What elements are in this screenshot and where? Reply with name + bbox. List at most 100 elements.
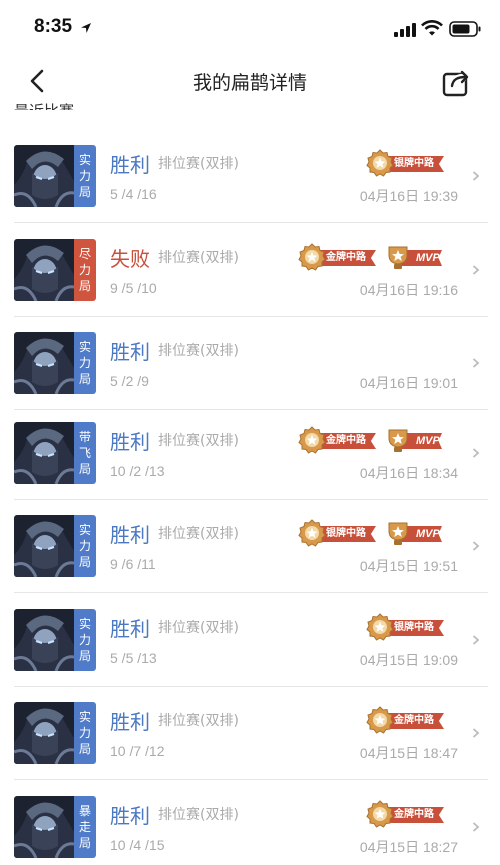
game-type: 排位赛(双排) xyxy=(158,620,239,636)
game-type: 排位赛(双排) xyxy=(158,156,239,172)
chevron-right-icon xyxy=(472,448,480,458)
share-button[interactable] xyxy=(442,67,472,97)
match-row[interactable]: 实力局胜利 排位赛(双排) 5 /4 /16 04月16日 19:39 银牌中路 xyxy=(0,131,500,223)
match-date: 04月16日 18:34 xyxy=(359,465,458,481)
match-result: 胜利 xyxy=(110,430,150,454)
match-date: 04月15日 19:51 xyxy=(359,558,458,574)
match-result: 胜利 xyxy=(110,617,150,641)
mode-tag-char: 实 xyxy=(78,710,91,724)
mode-tag-char: 局 xyxy=(78,279,91,293)
mode-tag-char: 力 xyxy=(78,633,91,647)
hero-avatar: 实力局 xyxy=(14,145,96,207)
wifi-icon xyxy=(421,20,443,36)
mode-tag-char: 力 xyxy=(78,169,91,183)
medal-badge: 金牌中路 xyxy=(298,426,378,456)
medal-badge: 金牌中路 xyxy=(366,800,446,830)
medal-badge: 银牌中路 xyxy=(298,519,378,549)
mode-tag-char: 实 xyxy=(78,523,91,537)
kda-score: 9 /6 /11 xyxy=(110,556,156,572)
match-result: 胜利 xyxy=(110,710,150,734)
hero-avatar: 实力局 xyxy=(14,702,96,764)
medal-icon xyxy=(366,800,394,828)
cellular-signal-icon xyxy=(394,23,416,37)
badge-group: 金牌中路 xyxy=(366,800,446,830)
badge-group: 金牌中路 MVP xyxy=(298,243,446,273)
match-result: 胜利 xyxy=(110,804,150,828)
kda-score: 5 /5 /13 xyxy=(110,650,157,666)
match-row[interactable]: 实力局胜利 排位赛(双排) 10 /7 /12 04月15日 18:47 金牌中路 xyxy=(0,688,500,780)
match-result: 胜利 xyxy=(110,153,150,177)
mode-tag-char: 局 xyxy=(78,462,91,476)
mode-tag: 实力局 xyxy=(74,515,96,577)
match-date: 04月15日 18:27 xyxy=(359,839,458,855)
mode-tag-char: 走 xyxy=(78,820,91,834)
kda-score: 5 /2 /9 xyxy=(110,373,149,389)
match-result: 胜利 xyxy=(110,523,150,547)
row-divider xyxy=(14,779,488,780)
mvp-badge: MVP xyxy=(384,243,446,273)
page-title: 我的扁鹊详情 xyxy=(192,72,307,94)
status-bar: 8:35 xyxy=(0,0,500,58)
chevron-right-icon xyxy=(472,358,480,368)
row-divider xyxy=(14,686,488,687)
match-row[interactable]: 尽力局失败 排位赛(双排) 9 /5 /10 04月16日 19:16 金牌中路 MVP xyxy=(0,225,500,317)
match-row[interactable]: 实力局胜利 排位赛(双排) 9 /6 /11 04月15日 19:51 银牌中路 MVP xyxy=(0,501,500,593)
medal-icon xyxy=(366,706,394,734)
row-divider xyxy=(14,499,488,500)
section-title: 最近比赛 xyxy=(14,96,74,110)
medal-icon xyxy=(298,519,326,547)
hero-avatar: 尽力局 xyxy=(14,239,96,301)
hero-avatar-image xyxy=(14,609,74,671)
status-time: 8:35 xyxy=(34,16,73,37)
mode-tag-char: 实 xyxy=(78,617,91,631)
navigation-bar: 我的扁鹊详情 xyxy=(0,58,500,104)
hero-avatar-image xyxy=(14,332,74,394)
match-date: 04月15日 19:09 xyxy=(359,652,458,668)
mode-tag-char: 局 xyxy=(78,555,91,569)
game-type: 排位赛(双排) xyxy=(158,526,239,542)
match-date: 04月16日 19:39 xyxy=(359,188,458,204)
chevron-right-icon xyxy=(472,171,480,181)
game-type: 排位赛(双排) xyxy=(158,713,239,729)
match-row[interactable]: 实力局胜利 排位赛(双排) 5 /5 /13 04月15日 19:09 银牌中路 xyxy=(0,595,500,687)
trophy-icon xyxy=(388,429,408,452)
mvp-badge: MVP xyxy=(384,519,446,549)
match-row[interactable]: 带飞局胜利 排位赛(双排) 10 /2 /13 04月16日 18:34 金牌中路 MVP xyxy=(0,408,500,500)
kda-score: 9 /5 /10 xyxy=(110,280,157,296)
mode-tag-char: 局 xyxy=(78,372,91,386)
game-type: 排位赛(双排) xyxy=(158,807,239,823)
chevron-right-icon xyxy=(472,541,480,551)
medal-icon xyxy=(298,243,326,271)
trophy-icon xyxy=(388,246,408,269)
mode-tag: 实力局 xyxy=(74,609,96,671)
mode-tag-char: 局 xyxy=(78,185,91,199)
match-row[interactable]: 实力局胜利 排位赛(双排) 5 /2 /9 04月16日 19:01 xyxy=(0,318,500,410)
row-divider xyxy=(14,316,488,317)
match-result: 失败 xyxy=(110,247,150,271)
mode-tag: 实力局 xyxy=(74,145,96,207)
hero-avatar: 暴走局 xyxy=(14,796,96,858)
chevron-right-icon xyxy=(472,265,480,275)
hero-avatar-image xyxy=(14,702,74,764)
badge-group: 金牌中路 xyxy=(366,706,446,736)
mode-tag: 带飞局 xyxy=(74,422,96,484)
mode-tag-char: 局 xyxy=(78,742,91,756)
battery-icon xyxy=(449,21,481,37)
badge-group: 银牌中路 xyxy=(366,149,446,179)
mode-tag: 实力局 xyxy=(74,702,96,764)
mode-tag-char: 力 xyxy=(78,356,91,370)
mode-tag-char: 实 xyxy=(78,153,91,167)
match-row[interactable]: 暴走局胜利 排位赛(双排) 10 /4 /15 04月15日 18:27 金牌中路 xyxy=(0,782,500,865)
mode-tag-char: 局 xyxy=(78,836,91,850)
hero-avatar: 带飞局 xyxy=(14,422,96,484)
game-type: 排位赛(双排) xyxy=(158,433,239,449)
mode-tag-char: 暴 xyxy=(78,804,91,818)
badge-group: 银牌中路 MVP xyxy=(298,519,446,549)
mode-tag: 尽力局 xyxy=(74,239,96,301)
medal-badge: 银牌中路 xyxy=(366,149,446,179)
mode-tag-char: 尽 xyxy=(78,247,91,261)
chevron-right-icon xyxy=(472,728,480,738)
medal-icon xyxy=(298,426,326,454)
kda-score: 10 /2 /13 xyxy=(110,463,165,479)
badge-group: 银牌中路 xyxy=(366,613,446,643)
